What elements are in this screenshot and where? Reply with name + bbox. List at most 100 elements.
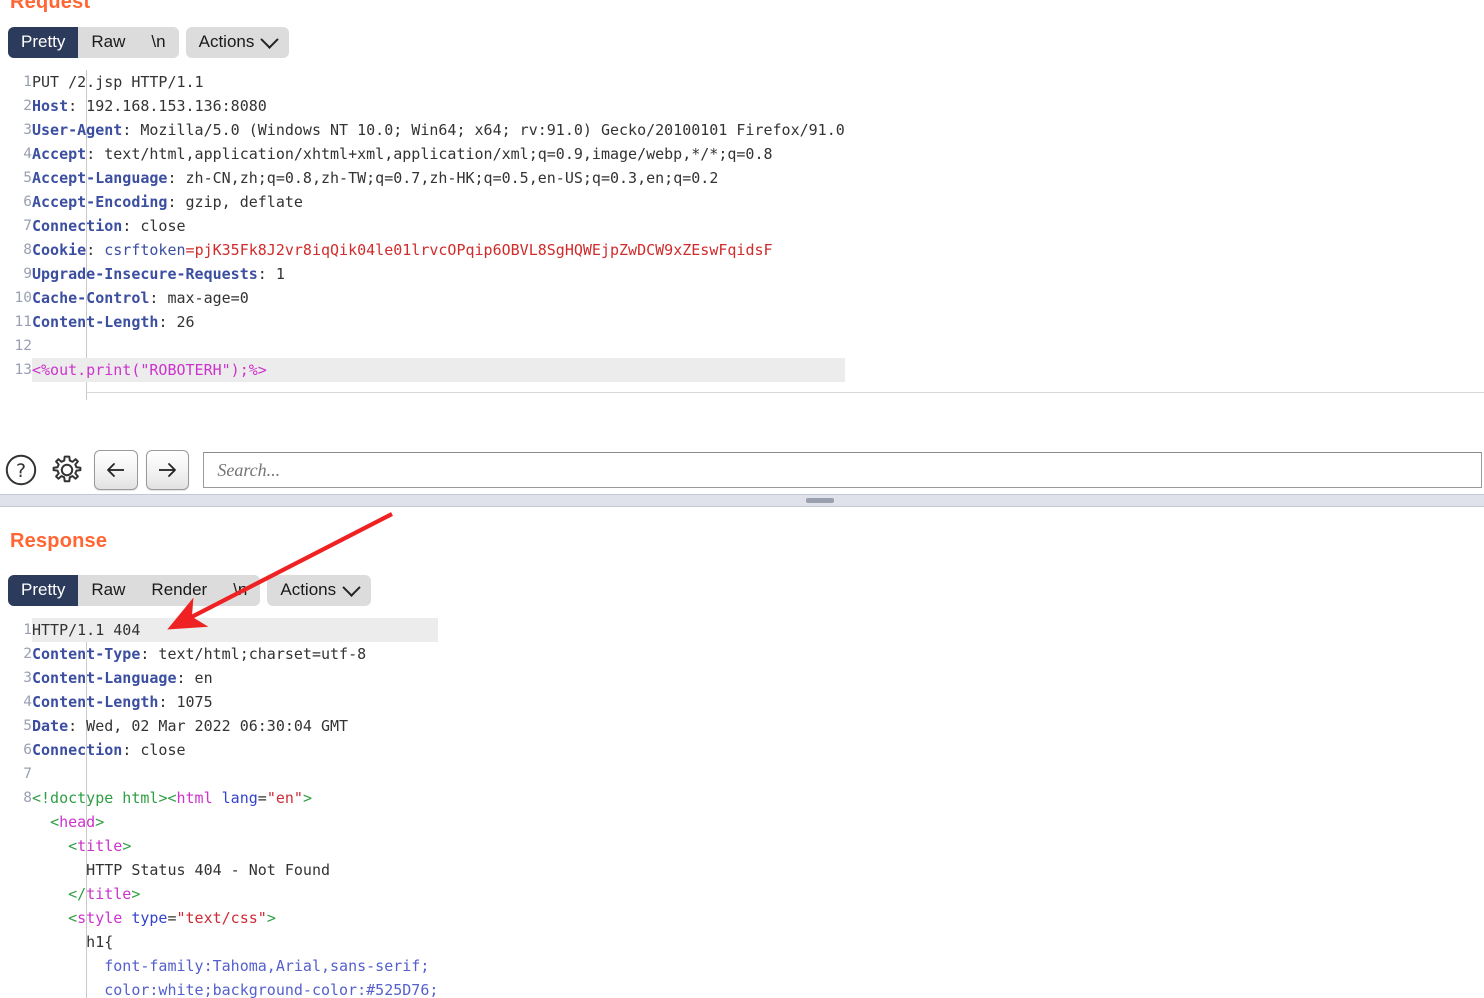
burp-suite-repeater-view: Request Pretty Raw \n Actions 1 2 3 4 5 6 7 8 9 10 1… (0, 0, 1484, 998)
code-line[interactable]: <head> (32, 810, 438, 834)
code-line[interactable]: HTTP/1.1 404 (32, 618, 439, 642)
request-tab-pretty[interactable]: Pretty (8, 27, 79, 58)
line-number: 3 (23, 122, 32, 138)
response-tab-render[interactable]: Render (138, 575, 221, 606)
svg-text:?: ? (16, 460, 26, 482)
search-field-wrapper[interactable] (203, 452, 1483, 488)
code-token: : 192.168.153.136:8080 (68, 97, 267, 115)
code-token: Connection (32, 217, 123, 235)
code-token: > (302, 789, 312, 807)
code-token: style (77, 909, 123, 927)
response-editor[interactable]: 1 2 3 4 5 6 7 8 HTTP/1.1 404 Content-Type: text/… (8, 618, 1478, 998)
code-token: > (131, 885, 141, 903)
response-tabstrip: Pretty Raw Render \n Actions (8, 575, 372, 606)
code-line[interactable]: <%out.print("ROBOTERH");%> (32, 358, 845, 382)
code-token: <%out.print("ROBOTERH");%> (32, 361, 267, 379)
line-number: 5 (23, 170, 32, 186)
code-token: h1{ (32, 933, 114, 951)
code-token: > (266, 909, 276, 927)
code-token: PUT /2.jsp HTTP/1.1 (32, 73, 204, 91)
help-circle-icon[interactable]: ? (2, 451, 40, 489)
code-line[interactable]: color:white;background-color:#525D76; (32, 978, 438, 998)
line-number: 7 (23, 218, 32, 234)
code-token: < (50, 813, 60, 831)
code-line[interactable]: Upgrade-Insecure-Requests: 1 (32, 262, 845, 286)
request-editor[interactable]: 1 2 3 4 5 6 7 8 9 10 11 12 13 PUT /2.jsp HTTP/1.1 Hos… (8, 70, 1478, 400)
response-code[interactable]: HTTP/1.1 404 Content-Type: text/html;char… (32, 618, 439, 998)
request-line-numbers: 1 2 3 4 5 6 7 8 9 10 11 12 13 (8, 70, 32, 382)
gear-icon[interactable] (48, 451, 86, 489)
response-tab-raw[interactable]: Raw (78, 575, 139, 606)
code-token: : text/html,application/xhtml+xml,applic… (86, 145, 773, 163)
code-line[interactable]: font-family:Tahoma,Arial,sans-serif; (32, 954, 438, 978)
line-number: 3 (23, 670, 32, 686)
code-line[interactable]: Content-Length: 26 (32, 310, 845, 334)
chevron-down-icon (260, 29, 280, 49)
line-number: 2 (23, 646, 32, 662)
code-line[interactable]: Accept-Encoding: gzip, deflate (32, 190, 845, 214)
response-line-numbers: 1 2 3 4 5 6 7 8 (8, 618, 32, 998)
search-input[interactable] (215, 458, 1482, 482)
response-view-tabs: Pretty Raw Render \n (8, 575, 261, 606)
request-view-tabs: Pretty Raw \n (8, 27, 179, 58)
code-token: Date (32, 717, 69, 735)
code-token: Accept-Language (32, 169, 168, 187)
code-line[interactable] (32, 762, 438, 786)
code-line[interactable]: Cookie: csrftoken=pjK35Fk8J2vr8iqQik04le… (32, 238, 845, 262)
search-back-button[interactable] (93, 450, 138, 490)
line-number: 2 (23, 98, 32, 114)
search-forward-button[interactable] (145, 450, 190, 490)
code-token: : 1 (257, 265, 285, 283)
line-number (8, 882, 32, 906)
response-actions-button[interactable]: Actions (267, 575, 372, 606)
request-code[interactable]: PUT /2.jsp HTTP/1.1 Host: 192.168.153.136… (32, 70, 845, 382)
code-line[interactable]: <!doctype html><html lang="en"> (32, 786, 438, 810)
code-line[interactable]: <title> (32, 834, 438, 858)
pane-splitter[interactable] (0, 494, 1484, 507)
request-actions-button[interactable]: Actions (185, 27, 290, 58)
code-line[interactable]: Accept: text/html,application/xhtml+xml,… (32, 142, 845, 166)
code-line[interactable]: Date: Wed, 02 Mar 2022 06:30:04 GMT (32, 714, 438, 738)
code-line[interactable]: User-Agent: Mozilla/5.0 (Windows NT 10.0… (32, 118, 845, 142)
code-token: font-family:Tahoma,Arial,sans-serif; (32, 957, 430, 975)
line-number: 1 (23, 74, 32, 90)
line-number (8, 858, 32, 882)
code-line[interactable] (32, 334, 845, 358)
request-tab-raw[interactable]: Raw (78, 27, 139, 58)
line-number: 6 (23, 742, 32, 758)
request-tab-n[interactable]: \n (138, 27, 179, 58)
code-token: lang (221, 789, 258, 807)
code-token: < (68, 837, 78, 855)
code-token: html (176, 789, 213, 807)
code-token: HTTP Status 404 - Not Found (32, 861, 331, 879)
code-line[interactable]: HTTP Status 404 - Not Found (32, 858, 438, 882)
request-tabstrip: Pretty Raw \n Actions (8, 27, 290, 58)
line-number: 9 (23, 266, 32, 282)
line-number (8, 906, 32, 930)
response-tab-n[interactable]: \n (220, 575, 261, 606)
code-token: Cookie (32, 241, 87, 259)
response-tab-pretty[interactable]: Pretty (8, 575, 79, 606)
arrow-right-icon (159, 463, 177, 477)
code-line[interactable]: Cache-Control: max-age=0 (32, 286, 845, 310)
code-line[interactable]: Connection: close (32, 214, 845, 238)
code-token: HTTP/1.1 404 (32, 621, 141, 639)
code-line[interactable]: <style type="text/css"> (32, 906, 438, 930)
splitter-grip[interactable] (806, 498, 834, 503)
code-token: : 1075 (158, 693, 213, 711)
code-line[interactable]: h1{ (32, 930, 438, 954)
code-line[interactable]: Connection: close (32, 738, 438, 762)
code-token: < (32, 789, 42, 807)
code-line[interactable]: Content-Length: 1075 (32, 690, 438, 714)
code-line[interactable]: PUT /2.jsp HTTP/1.1 (32, 70, 845, 94)
code-token: < (167, 789, 177, 807)
code-line[interactable]: Content-Language: en (32, 666, 438, 690)
code-line[interactable]: </title> (32, 882, 438, 906)
code-line[interactable]: Content-Type: text/html;charset=utf-8 (32, 642, 438, 666)
code-token: "en" (266, 789, 303, 807)
code-line[interactable]: Host: 192.168.153.136:8080 (32, 94, 845, 118)
code-line[interactable]: Accept-Language: zh-CN,zh;q=0.8,zh-TW;q=… (32, 166, 845, 190)
